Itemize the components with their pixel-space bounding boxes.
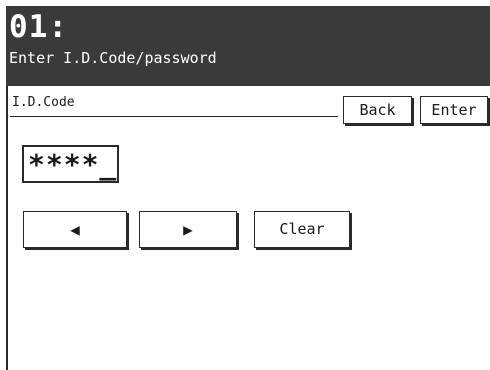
- header-bar: 01: Enter I.D.Code/password: [6, 6, 490, 86]
- cursor-right-button[interactable]: ▶: [139, 211, 237, 248]
- left-arrow-icon: ◀: [70, 220, 80, 239]
- right-arrow-icon: ▶: [183, 220, 193, 239]
- cursor-left-button[interactable]: ◀: [23, 211, 127, 248]
- enter-button[interactable]: Enter: [420, 96, 488, 124]
- back-button[interactable]: Back: [343, 96, 412, 124]
- slot-number: 01:: [9, 9, 68, 45]
- id-code-input[interactable]: ****_: [22, 145, 119, 183]
- id-code-value: ****_: [28, 148, 118, 181]
- instruction-message: Enter I.D.Code/password: [9, 49, 217, 67]
- id-code-label: I.D.Code: [12, 95, 75, 110]
- clear-button[interactable]: Clear: [254, 211, 350, 248]
- fax-touch-panel: 01: Enter I.D.Code/password I.D.Code Bac…: [0, 0, 490, 370]
- id-code-divider: [10, 116, 338, 117]
